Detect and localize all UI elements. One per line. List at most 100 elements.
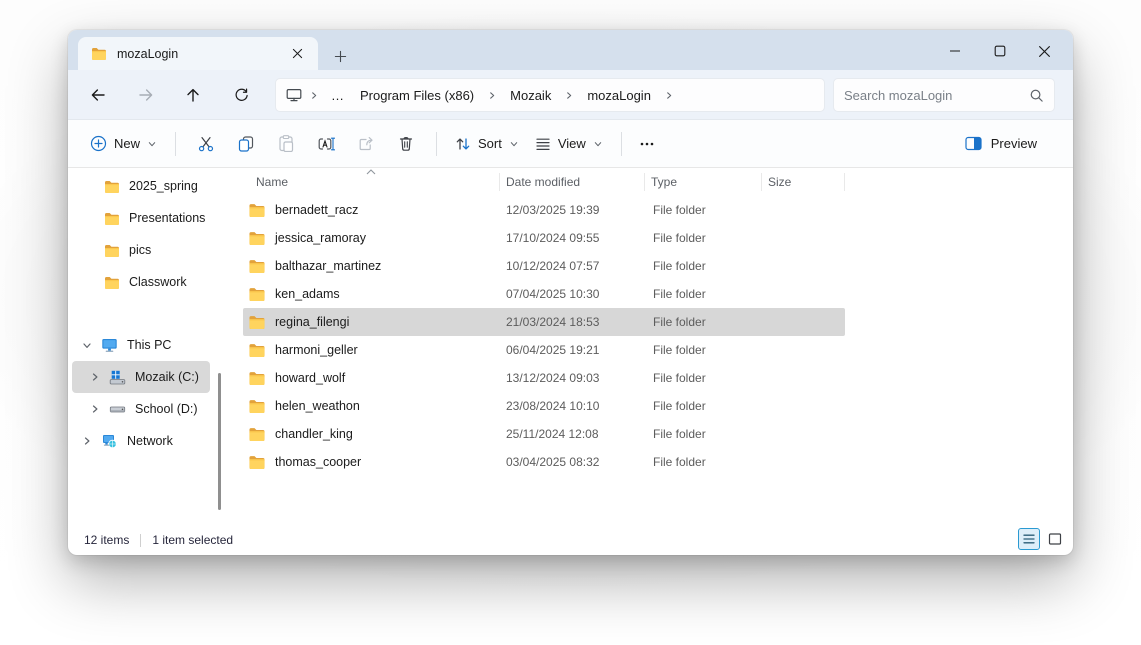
- sidebar-tree-item[interactable]: Mozaik (C:): [72, 361, 210, 393]
- file-row[interactable]: chandler_king 25/11/2024 12:08 File fold…: [243, 420, 845, 448]
- file-row[interactable]: bernadett_racz 12/03/2025 19:39 File fol…: [243, 196, 845, 224]
- details-view-button[interactable]: [1018, 528, 1040, 550]
- rename-button[interactable]: [306, 127, 346, 161]
- file-name-cell[interactable]: jessica_ramoray: [243, 231, 500, 245]
- back-button[interactable]: [81, 78, 115, 112]
- new-button-label: New: [114, 136, 140, 151]
- sidebar-item-pinned-folder[interactable]: 2025_spring: [72, 170, 210, 202]
- chevron-down-icon: [147, 140, 157, 148]
- sidebar-item-label: School (D:): [135, 402, 198, 416]
- toolbar-divider: [436, 132, 437, 156]
- chevron-right-icon[interactable]: [561, 91, 577, 100]
- search-icon[interactable]: [1029, 88, 1044, 103]
- file-name-cell[interactable]: chandler_king: [243, 427, 500, 441]
- column-header[interactable]: Name: [243, 168, 500, 196]
- window-controls: [932, 36, 1067, 66]
- column-header[interactable]: Type: [645, 168, 762, 196]
- date-modified-cell: 25/11/2024 12:08: [500, 427, 645, 441]
- minimize-icon: [949, 45, 961, 57]
- type-cell: File folder: [645, 399, 762, 413]
- sidebar-item-label: Classwork: [129, 275, 187, 289]
- breadcrumb-segment[interactable]: Program Files (x86): [354, 86, 480, 105]
- file-row[interactable]: balthazar_martinez 10/12/2024 07:57 File…: [243, 252, 845, 280]
- sort-button[interactable]: Sort: [447, 130, 527, 158]
- file-name-cell[interactable]: balthazar_martinez: [243, 259, 500, 273]
- close-window-button[interactable]: [1022, 36, 1067, 66]
- tab-close-button[interactable]: [286, 43, 308, 65]
- desktop-background: mozaLogin: [0, 0, 1141, 645]
- breadcrumb[interactable]: … Program Files (x86) Mozaik: [275, 78, 825, 112]
- cut-button[interactable]: [186, 127, 226, 161]
- up-button[interactable]: [176, 78, 210, 112]
- folder-icon: [248, 231, 266, 245]
- chevron-right-icon[interactable]: [661, 91, 677, 100]
- view-button[interactable]: View: [527, 130, 611, 158]
- chevron-right-icon[interactable]: [90, 372, 100, 382]
- breadcrumb-segment[interactable]: mozaLogin: [581, 86, 657, 105]
- preview-toggle-button[interactable]: Preview: [957, 130, 1045, 157]
- file-row[interactable]: thomas_cooper 03/04/2025 08:32 File fold…: [243, 448, 845, 476]
- view-lines-icon: [535, 136, 551, 152]
- folder-icon: [104, 244, 120, 257]
- chevron-right-icon: [306, 91, 322, 100]
- file-name-cell[interactable]: regina_filengi: [243, 315, 500, 329]
- selection-count: 1 item selected: [152, 533, 233, 547]
- drive-icon: [109, 402, 126, 417]
- breadcrumb-segment[interactable]: Mozaik: [504, 86, 557, 105]
- file-name-cell[interactable]: thomas_cooper: [243, 455, 500, 469]
- sidebar-item-label: Network: [127, 434, 173, 448]
- delete-button[interactable]: [386, 127, 426, 161]
- file-row[interactable]: regina_filengi 21/03/2024 18:53 File fol…: [243, 308, 845, 336]
- type-cell: File folder: [645, 315, 762, 329]
- paste-button[interactable]: [266, 127, 306, 161]
- chevron-down-icon[interactable]: [82, 341, 92, 350]
- minimize-button[interactable]: [932, 36, 977, 66]
- folder-icon: [248, 259, 266, 273]
- refresh-button[interactable]: [224, 78, 258, 112]
- file-row[interactable]: howard_wolf 13/12/2024 09:03 File folder: [243, 364, 845, 392]
- breadcrumb-overflow[interactable]: …: [326, 88, 350, 103]
- sidebar-item-pinned-folder[interactable]: Presentations: [72, 202, 210, 234]
- date-modified-cell: 17/10/2024 09:55: [500, 231, 645, 245]
- file-row[interactable]: jessica_ramoray 17/10/2024 09:55 File fo…: [243, 224, 845, 252]
- search-input[interactable]: [844, 88, 1029, 103]
- file-name: jessica_ramoray: [275, 231, 366, 245]
- maximize-button[interactable]: [977, 36, 1022, 66]
- explorer-tab[interactable]: mozaLogin: [78, 37, 318, 70]
- explorer-body: 2025_spring Presentations pics C: [68, 168, 1073, 525]
- column-header[interactable]: Size: [762, 168, 845, 196]
- file-name-cell[interactable]: bernadett_racz: [243, 203, 500, 217]
- chevron-right-icon[interactable]: [484, 91, 500, 100]
- file-name: balthazar_martinez: [275, 259, 381, 273]
- system-drive-icon: [109, 370, 126, 385]
- sidebar-tree-item[interactable]: Network: [72, 425, 210, 457]
- search-box[interactable]: [833, 78, 1055, 112]
- forward-button[interactable]: [129, 78, 163, 112]
- share-icon: [358, 136, 374, 152]
- file-row[interactable]: helen_weathon 23/08/2024 10:10 File fold…: [243, 392, 845, 420]
- file-name-cell[interactable]: ken_adams: [243, 287, 500, 301]
- copy-button[interactable]: [226, 127, 266, 161]
- sidebar-tree-item[interactable]: This PC: [72, 329, 210, 361]
- folder-icon: [248, 315, 266, 329]
- chevron-right-icon[interactable]: [90, 404, 100, 414]
- large-icons-view-button[interactable]: [1044, 528, 1066, 550]
- more-options-button[interactable]: [632, 127, 662, 161]
- sidebar-item-pinned-folder[interactable]: Classwork: [72, 266, 210, 298]
- new-button[interactable]: New: [82, 129, 165, 158]
- sidebar-item-pinned-folder[interactable]: pics: [72, 234, 210, 266]
- share-button[interactable]: [346, 127, 386, 161]
- sort-button-label: Sort: [478, 136, 502, 151]
- file-name-cell[interactable]: howard_wolf: [243, 371, 500, 385]
- command-bar: New Sort: [68, 120, 1073, 168]
- column-header[interactable]: Date modified: [500, 168, 645, 196]
- sidebar-scrollbar[interactable]: [218, 373, 221, 510]
- chevron-right-icon[interactable]: [82, 436, 92, 446]
- file-name-cell[interactable]: helen_weathon: [243, 399, 500, 413]
- file-row[interactable]: harmoni_geller 06/04/2025 19:21 File fol…: [243, 336, 845, 364]
- file-name-cell[interactable]: harmoni_geller: [243, 343, 500, 357]
- sidebar-tree-item[interactable]: School (D:): [72, 393, 210, 425]
- new-tab-button[interactable]: [328, 44, 352, 68]
- up-arrow-icon: [185, 87, 201, 103]
- file-row[interactable]: ken_adams 07/04/2025 10:30 File folder: [243, 280, 845, 308]
